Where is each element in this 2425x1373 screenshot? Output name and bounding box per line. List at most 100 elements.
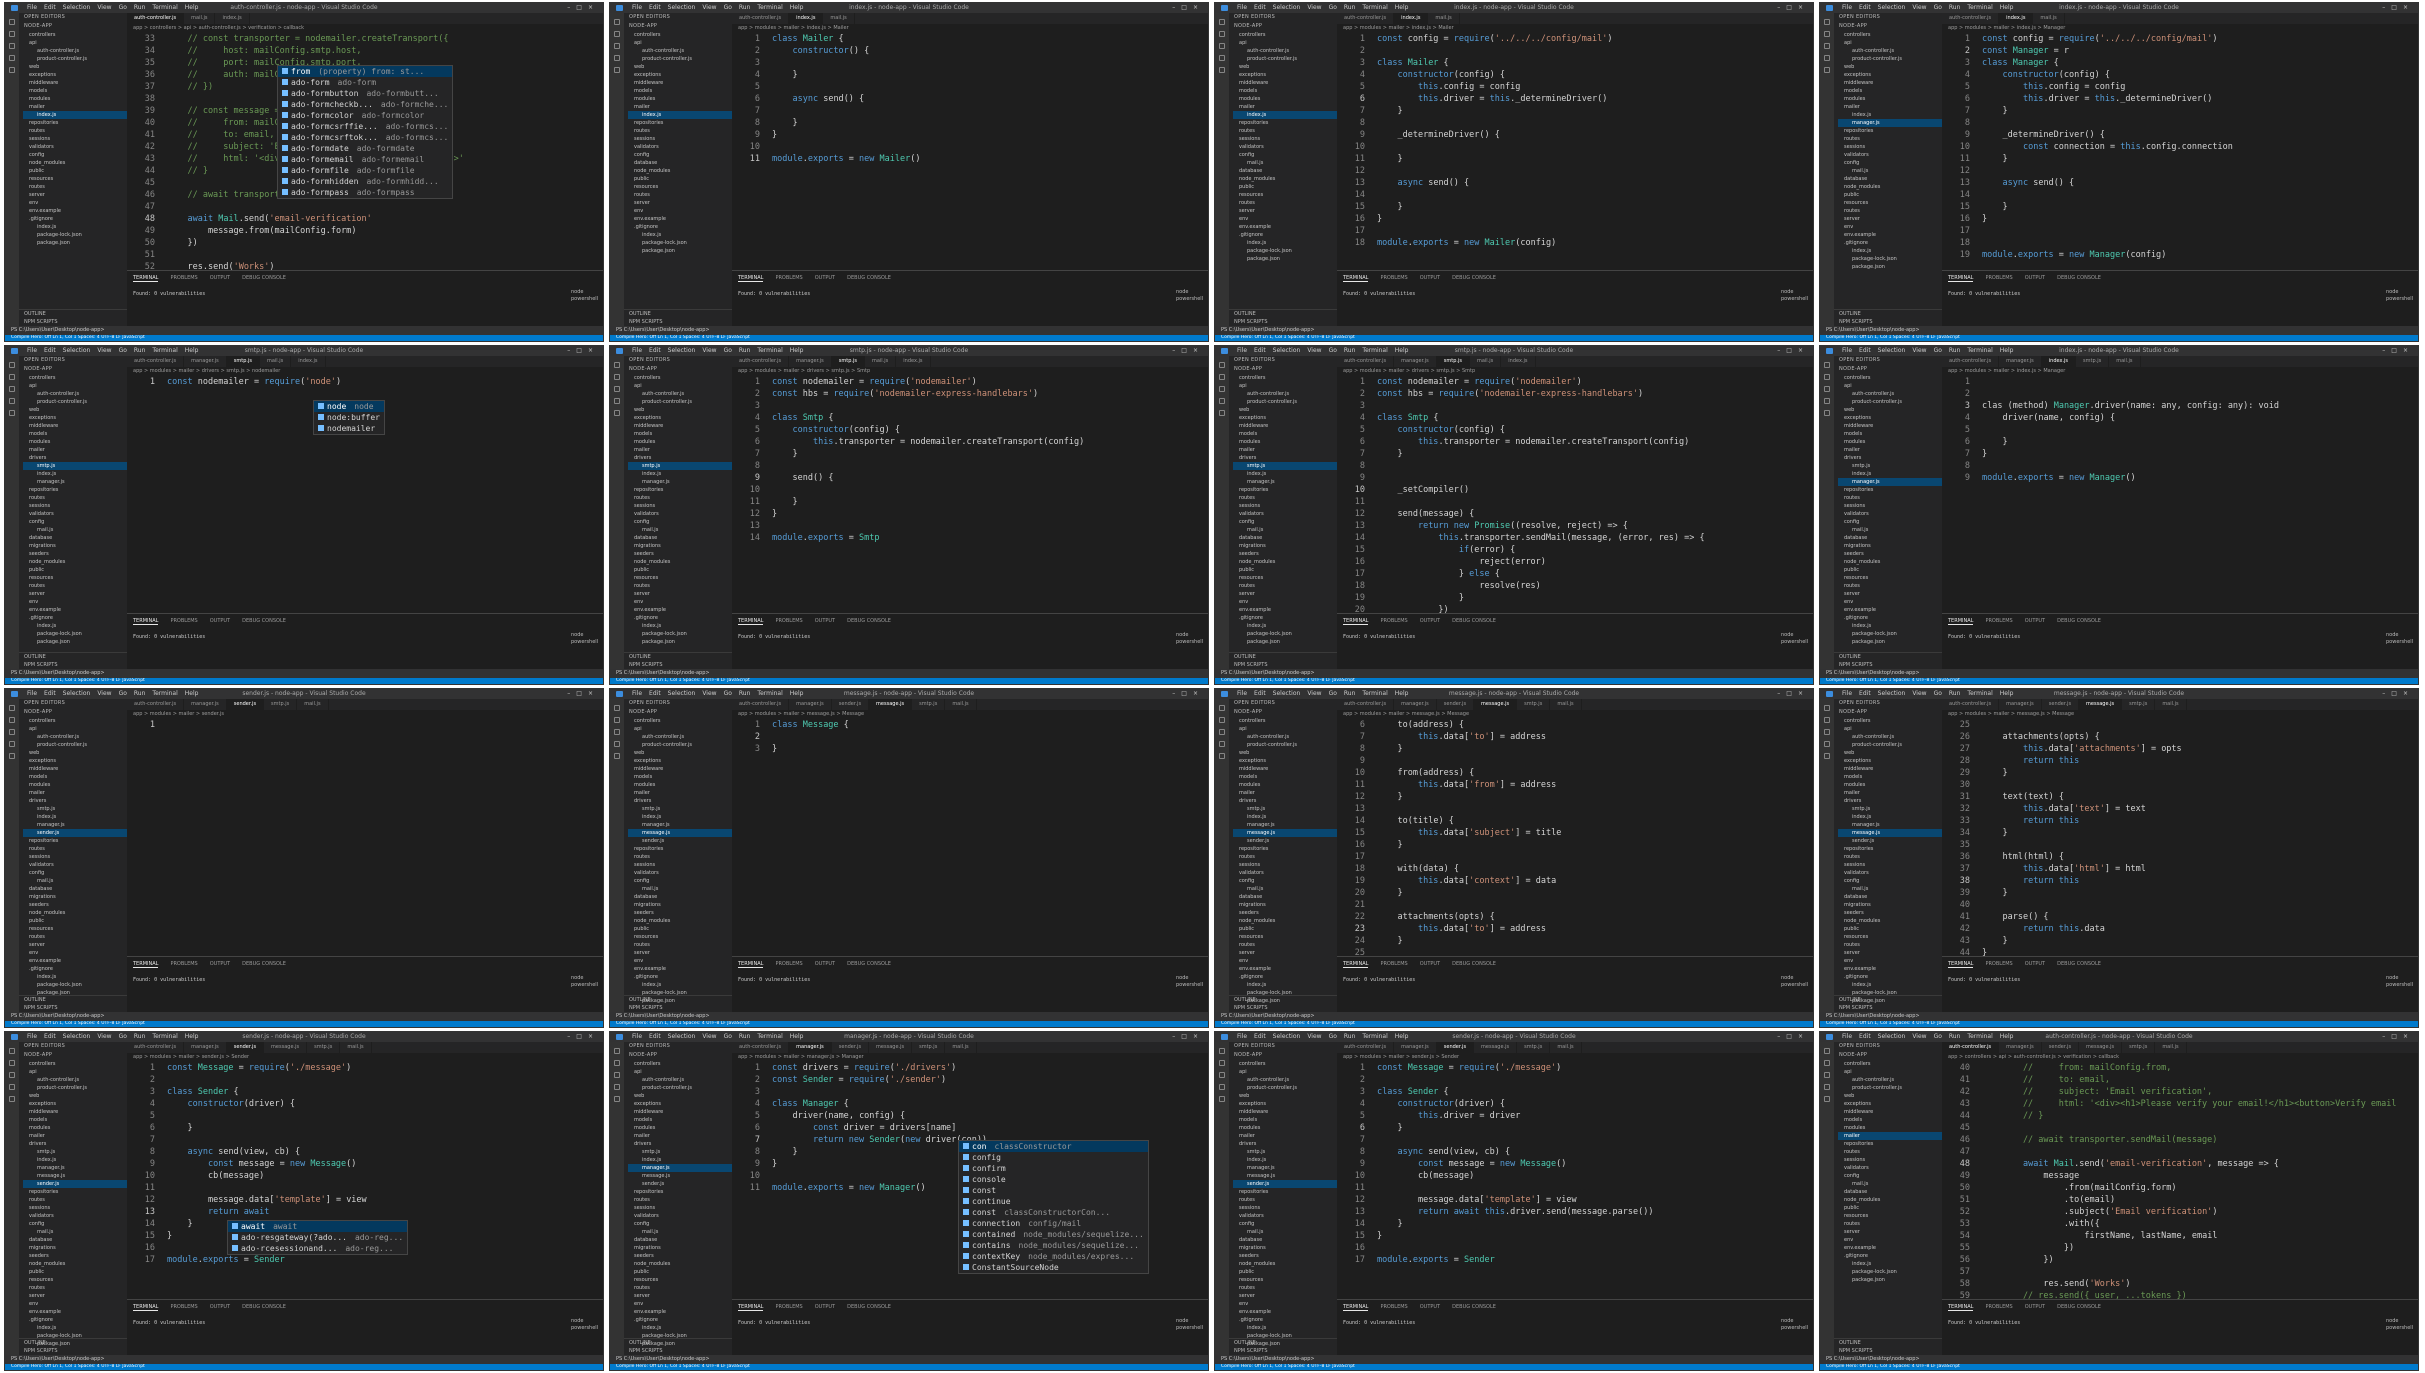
file-tree-item[interactable]: auth-controller.js: [23, 733, 127, 741]
file-tree-item[interactable]: config: [23, 518, 127, 526]
outline-header[interactable]: OUTLINE: [24, 310, 127, 318]
file-tree-item[interactable]: smtp.js: [1233, 1148, 1337, 1156]
file-tree-item[interactable]: controllers: [1838, 1060, 1942, 1068]
autocomplete-item[interactable]: node:buffer: [314, 412, 384, 423]
file-tree-item[interactable]: repositories: [23, 119, 127, 127]
file-tree-item[interactable]: env.example: [1233, 606, 1337, 614]
file-tree-item[interactable]: auth-controller.js: [628, 47, 732, 55]
file-tree-item[interactable]: package.json: [23, 239, 127, 247]
terminal-instance[interactable]: node: [2386, 1318, 2412, 1325]
panel-tab[interactable]: TERMINAL: [133, 1304, 159, 1311]
autocomplete-item[interactable]: ado-formpass ado-formpass: [278, 187, 452, 198]
autocomplete-item[interactable]: ado-formbutton ado-formbutt...: [278, 88, 452, 99]
file-tree-item[interactable]: routes: [1838, 135, 1942, 143]
file-tree-item[interactable]: env.example: [628, 965, 732, 973]
file-tree-item[interactable]: middleware: [1838, 422, 1942, 430]
file-tree-item[interactable]: server: [1233, 207, 1337, 215]
file-tree-item[interactable]: exceptions: [628, 757, 732, 765]
panel-tab[interactable]: TERMINAL: [1343, 961, 1369, 968]
editor-tab[interactable]: auth-controller.js: [127, 1042, 185, 1053]
editor-tab[interactable]: index.js: [1999, 13, 2034, 24]
maximize-icon[interactable]: □: [2391, 1033, 2403, 1040]
npm-scripts-header[interactable]: NPM SCRIPTS: [1234, 1347, 1337, 1355]
file-tree-item[interactable]: .gitignore: [628, 614, 732, 622]
editor-tab[interactable]: mail.js: [2155, 1042, 2187, 1053]
editor-tab[interactable]: sender.js: [226, 1042, 265, 1053]
file-tree-item[interactable]: smtp.js: [628, 462, 732, 470]
file-tree-item[interactable]: .gitignore: [23, 965, 127, 973]
file-tree-item[interactable]: database: [1233, 534, 1337, 542]
file-tree-item[interactable]: manager.js: [1838, 478, 1942, 486]
panel-tab[interactable]: TERMINAL: [133, 275, 159, 282]
editor-tab[interactable]: mail.js: [1470, 356, 1502, 367]
code-editor[interactable]: 1 2 3 clas (method) Manager.driver(name: an…: [1942, 376, 2418, 614]
file-tree-item[interactable]: resources: [628, 574, 732, 582]
autocomplete-item[interactable]: node node: [314, 401, 384, 412]
file-tree-item[interactable]: auth-controller.js: [23, 47, 127, 55]
source-control-icon[interactable]: [614, 386, 620, 392]
file-tree-item[interactable]: message.js: [23, 1172, 127, 1180]
file-tree-item[interactable]: database: [1838, 534, 1942, 542]
file-tree-item[interactable]: routes: [628, 853, 732, 861]
editor-tab[interactable]: mail.js: [945, 699, 977, 710]
file-tree-item[interactable]: exceptions: [23, 1100, 127, 1108]
file-tree-item[interactable]: sessions: [1233, 502, 1337, 510]
file-tree-item[interactable]: resources: [1233, 191, 1337, 199]
editor-tab[interactable]: auth-controller.js: [127, 356, 185, 367]
file-tree-item[interactable]: index.js: [1233, 1324, 1337, 1332]
file-tree-item[interactable]: mailer: [1838, 1132, 1942, 1140]
editor-tab[interactable]: smtp.js: [1517, 1042, 1551, 1053]
file-tree-item[interactable]: routes: [1838, 494, 1942, 502]
file-tree-item[interactable]: validators: [1233, 143, 1337, 151]
file-tree-item[interactable]: validators: [1838, 1164, 1942, 1172]
file-tree-item[interactable]: env.example: [1233, 1308, 1337, 1316]
outline-header[interactable]: OUTLINE: [629, 996, 732, 1004]
panel-tab[interactable]: PROBLEMS: [1985, 618, 2012, 624]
file-tree-item[interactable]: sessions: [1233, 861, 1337, 869]
file-tree-item[interactable]: models: [1233, 87, 1337, 95]
panel-tab[interactable]: DEBUG CONSOLE: [242, 618, 286, 624]
editor-tab[interactable]: mail.js: [1550, 1042, 1582, 1053]
panel-tab[interactable]: DEBUG CONSOLE: [242, 1304, 286, 1310]
file-tree-item[interactable]: resources: [23, 574, 127, 582]
file-tree-item[interactable]: sessions: [1838, 502, 1942, 510]
panel-tab[interactable]: OUTPUT: [2025, 618, 2045, 624]
file-tree-item[interactable]: modules: [23, 95, 127, 103]
npm-scripts-header[interactable]: NPM SCRIPTS: [24, 318, 127, 326]
file-tree-item[interactable]: package.json: [628, 638, 732, 646]
code-editor[interactable]: 1 const Message = require('./message') 2 3 c…: [127, 1062, 603, 1300]
source-control-icon[interactable]: [1219, 1072, 1225, 1078]
file-tree-item[interactable]: mail.js: [1233, 526, 1337, 534]
file-tree-item[interactable]: web: [1233, 63, 1337, 71]
file-tree-item[interactable]: index.js: [628, 981, 732, 989]
file-tree-item[interactable]: api: [628, 725, 732, 733]
editor-tab[interactable]: auth-controller.js: [732, 1042, 790, 1053]
file-tree-item[interactable]: api: [23, 1068, 127, 1076]
file-tree-item[interactable]: models: [628, 773, 732, 781]
editor-tab[interactable]: smtp.js: [226, 356, 260, 367]
file-tree-item[interactable]: validators: [1233, 510, 1337, 518]
minimize-icon[interactable]: –: [567, 4, 576, 11]
file-tree-item[interactable]: mailer: [628, 446, 732, 454]
terminal-instance[interactable]: powershell: [2386, 639, 2413, 646]
file-tree-item[interactable]: index.js: [1838, 470, 1942, 478]
autocomplete-item[interactable]: ConstantSourceNode: [959, 1262, 1148, 1273]
file-tree-item[interactable]: message.js: [628, 829, 732, 837]
file-tree-item[interactable]: product-controller.js: [23, 55, 127, 63]
file-tree-item[interactable]: mailer: [1233, 103, 1337, 111]
file-tree-item[interactable]: config: [1838, 518, 1942, 526]
file-tree-item[interactable]: mailer: [628, 789, 732, 797]
close-icon[interactable]: ×: [1798, 4, 1809, 11]
file-tree-item[interactable]: sessions: [23, 853, 127, 861]
file-tree-item[interactable]: node_modules: [1233, 1260, 1337, 1268]
file-tree-item[interactable]: manager.js: [23, 1164, 127, 1172]
file-tree-item[interactable]: server: [628, 1292, 732, 1300]
panel-tab[interactable]: TERMINAL: [1948, 961, 1974, 968]
editor-tab[interactable]: manager.js: [184, 699, 227, 710]
file-tree-item[interactable]: server: [1838, 590, 1942, 598]
open-editors-header[interactable]: OPEN EDITORS: [19, 1042, 127, 1051]
file-tree-item[interactable]: modules: [1233, 438, 1337, 446]
extensions-icon[interactable]: [9, 410, 15, 416]
autocomplete-item[interactable]: ado-rcesessionand... ado-reg...: [228, 1243, 407, 1254]
autocomplete-item[interactable]: con classConstructor: [959, 1141, 1148, 1152]
